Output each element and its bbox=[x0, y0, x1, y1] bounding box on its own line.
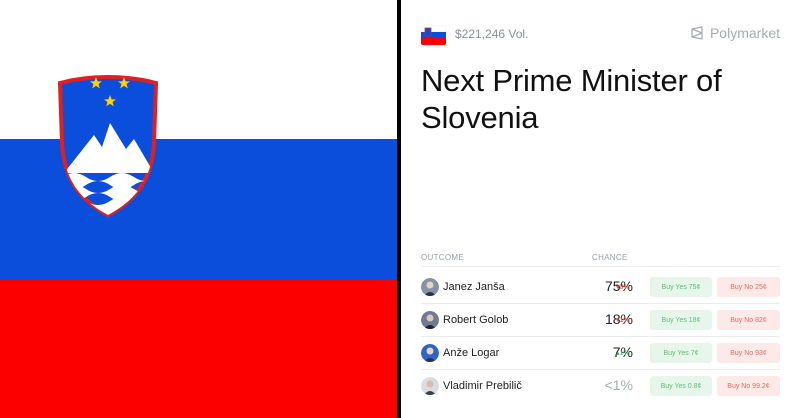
candidate-name: Robert Golob bbox=[443, 314, 509, 326]
buy-yes-button[interactable]: Buy Yes 7¢ bbox=[650, 343, 712, 363]
outcome-column-header: OUTCOME bbox=[421, 253, 464, 262]
polymarket-logo-icon bbox=[691, 26, 703, 40]
candidate-avatar bbox=[421, 377, 439, 395]
buy-yes-button[interactable]: Buy Yes 0.8¢ bbox=[650, 376, 712, 396]
outcome-row[interactable]: Robert Golob 18% ▾1% Buy Yes 18¢ Buy No … bbox=[421, 304, 780, 337]
brand-name: Polymarket bbox=[709, 25, 780, 41]
buy-no-button[interactable]: Buy No 82¢ bbox=[717, 310, 780, 330]
candidate-avatar bbox=[421, 278, 439, 296]
buy-no-button[interactable]: Buy No 25¢ bbox=[717, 277, 780, 297]
slovenia-flag-icon bbox=[421, 25, 446, 45]
volume-label: $221,246 Vol. bbox=[455, 27, 529, 41]
chance-column-header: CHANCE bbox=[592, 253, 628, 262]
chance-change: ▾0% bbox=[616, 284, 630, 291]
outcome-row[interactable]: Janez Janša 75% ▾0% Buy Yes 75¢ Buy No 2… bbox=[421, 271, 780, 304]
outcome-row[interactable]: Anže Logar 7% ▴1% Buy Yes 7¢ Buy No 93¢ bbox=[421, 337, 780, 370]
candidate-name: Anže Logar bbox=[443, 347, 500, 359]
outcomes-header: OUTCOME CHANCE bbox=[421, 252, 780, 267]
outcome-row[interactable]: Vladimir Prebilič <1% Buy Yes 0.8¢ Buy N… bbox=[421, 370, 780, 403]
buy-yes-button[interactable]: Buy Yes 18¢ bbox=[650, 310, 712, 330]
buy-no-button[interactable]: Buy No 99.2¢ bbox=[717, 376, 780, 396]
buy-yes-button[interactable]: Buy Yes 75¢ bbox=[650, 277, 712, 297]
candidate-name: Janez Janša bbox=[443, 281, 505, 293]
coat-of-arms-icon bbox=[57, 75, 159, 218]
chance-change: ▴1% bbox=[616, 350, 630, 357]
candidate-avatar bbox=[421, 311, 439, 329]
chance-change: ▾1% bbox=[616, 317, 630, 324]
market-title: Next Prime Minister of Slovenia bbox=[421, 63, 722, 135]
chance-value: <1% bbox=[604, 377, 633, 393]
candidate-name: Vladimir Prebilič bbox=[443, 380, 522, 392]
buy-no-button[interactable]: Buy No 93¢ bbox=[717, 343, 780, 363]
polymarket-brand[interactable]: Polymarket bbox=[690, 25, 780, 41]
flag-red-stripe bbox=[0, 279, 397, 418]
market-card: $221,246 Vol. Polymarket Next Prime Mini… bbox=[401, 0, 800, 418]
slovenia-flag-image bbox=[0, 0, 397, 418]
candidate-avatar bbox=[421, 344, 439, 362]
